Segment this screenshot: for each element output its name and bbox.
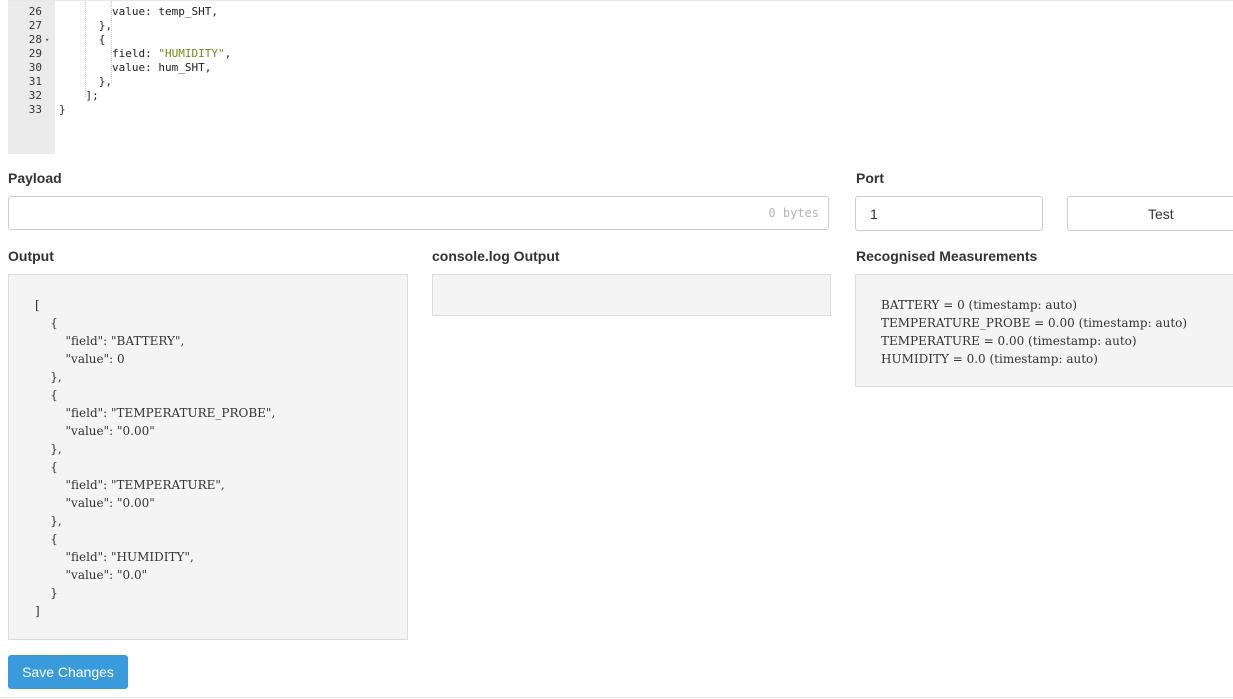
line-number: 29: [28, 47, 42, 60]
code-text: field: "HUMIDITY",: [59, 47, 231, 61]
console-output-label: console.log Output: [432, 248, 560, 264]
code-token: }: [59, 103, 66, 116]
port-input[interactable]: [868, 197, 1042, 230]
output-label: Output: [8, 248, 54, 264]
divider: [0, 697, 1233, 698]
line-number: 28: [28, 33, 42, 46]
payload-input[interactable]: [15, 197, 719, 229]
payload-size: 0 bytes: [768, 206, 819, 220]
code-token: ,: [224, 47, 232, 60]
line-number: 32: [28, 89, 42, 102]
code-token: field:: [59, 47, 159, 60]
console-output-panel: [432, 274, 831, 316]
code-editor[interactable]: 26 value: temp_SHT, 27 }, 28 ▾ {29 field: "…: [8, 0, 1233, 154]
code-token: },: [59, 19, 112, 32]
save-changes-button[interactable]: Save Changes: [8, 655, 128, 689]
code-line: 33}: [8, 103, 1233, 117]
line-number: 30: [28, 61, 42, 74]
code-token: value: hum_SHT,: [59, 61, 212, 74]
code-line: 32 ];: [8, 89, 1233, 103]
string-token: "HUMIDITY": [158, 47, 225, 60]
line-number: 33: [28, 103, 42, 116]
code-line: 30 value: hum_SHT,: [8, 61, 1233, 75]
fold-arrow-icon[interactable]: ▾: [45, 33, 49, 47]
measurement-line: HUMIDITY = 0.0 (timestamp: auto): [881, 352, 1098, 366]
code-line: 26 value: temp_SHT,: [8, 5, 1233, 19]
code-line: 29 field: "HUMIDITY",: [8, 47, 1233, 61]
code-token: },: [59, 75, 112, 88]
code-text: },: [59, 19, 112, 33]
code-line: 31 },: [8, 75, 1233, 89]
measurement-line: BATTERY = 0 (timestamp: auto): [881, 298, 1078, 312]
code-token: {: [59, 33, 106, 46]
line-number: 27: [28, 19, 42, 32]
measurement-line: TEMPERATURE = 0.00 (timestamp: auto): [881, 334, 1137, 348]
code-text: value: hum_SHT,: [59, 61, 211, 75]
line-number: 31: [28, 75, 42, 88]
output-panel: [ { "field": "BATTERY", "value": 0 }, { …: [8, 274, 408, 640]
line-number: 26: [28, 5, 42, 18]
code-text: value: temp_SHT,: [59, 5, 218, 19]
output-json: [ { "field": "BATTERY", "value": 0 }, { …: [35, 298, 276, 618]
payload-label: Payload: [8, 170, 62, 186]
recognised-measurements-label: Recognised Measurements: [856, 248, 1038, 264]
code-token: value: temp_SHT,: [59, 5, 218, 18]
code-line: 28 ▾ {: [8, 33, 1233, 47]
payload-field[interactable]: 0 bytes: [8, 196, 829, 230]
test-button[interactable]: Test: [1067, 196, 1233, 231]
code-text: ];: [59, 89, 99, 103]
port-label: Port: [856, 170, 884, 186]
measurement-line: TEMPERATURE_PROBE = 0.00 (timestamp: aut…: [881, 316, 1188, 330]
code-line: 27 },: [8, 19, 1233, 33]
recognised-measurements-panel: BATTERY = 0 (timestamp: auto) TEMPERATUR…: [855, 274, 1233, 387]
code-text: },: [59, 75, 112, 89]
code-token: ];: [59, 89, 99, 102]
code-text: }: [59, 103, 66, 117]
code-text: {: [59, 33, 106, 47]
port-field[interactable]: [855, 196, 1043, 231]
